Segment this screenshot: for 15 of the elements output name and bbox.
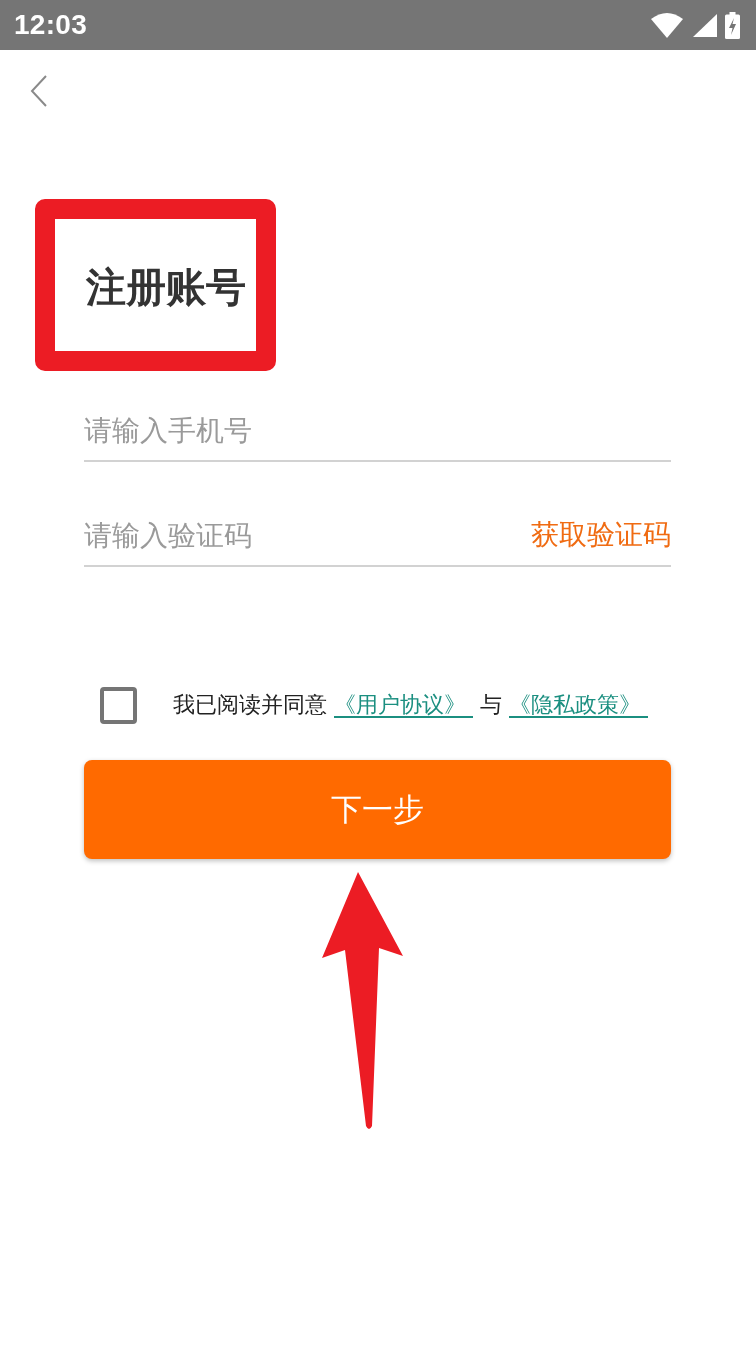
input-field[interactable]: 请输入验证码 (84, 515, 531, 555)
wifi-icon (651, 13, 683, 38)
input-field[interactable]: 请输入手机号 (84, 410, 671, 450)
page-title: 注册账号 (86, 263, 246, 311)
status-time: 12:03 (14, 9, 88, 41)
next-button[interactable]: 下一步 (84, 760, 671, 859)
signal-icon (693, 14, 717, 37)
agreement-link[interactable]: 《用户协议》 (334, 692, 473, 717)
chevron-left-icon (30, 75, 48, 107)
agreement-link[interactable]: 《隐私政策》 (509, 692, 648, 717)
agreement-checkbox[interactable] (100, 686, 137, 724)
back-button[interactable] (30, 75, 48, 107)
battery-charging-icon (725, 12, 740, 39)
agreement-text: 我已阅读并同意 《用户协议》 与 《隐私政策》 (173, 690, 648, 720)
get-code-button[interactable]: 获取验证码 (531, 516, 671, 554)
